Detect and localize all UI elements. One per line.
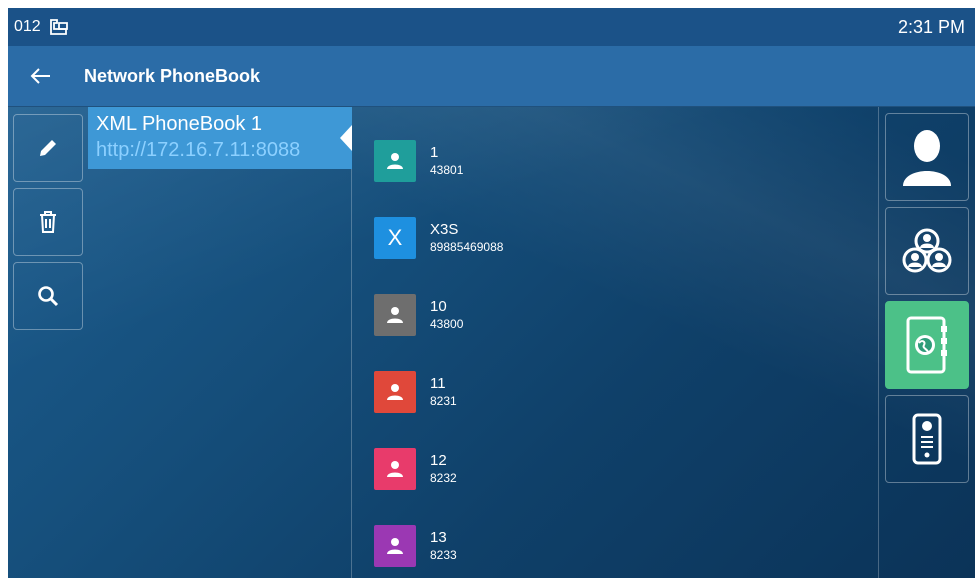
contact-item[interactable]: X X3S 89885469088: [374, 199, 874, 276]
pencil-icon: [40, 140, 56, 156]
back-button[interactable]: [8, 46, 72, 107]
intercom-device-icon: [912, 413, 942, 465]
contact-name: X3S: [430, 220, 459, 238]
delete-button[interactable]: [13, 188, 83, 256]
contact-number: 8231: [430, 393, 457, 408]
contact-item[interactable]: 13 8233: [374, 507, 874, 578]
contact-number: 8233: [430, 547, 457, 562]
trash-icon: [40, 211, 56, 233]
phonebook-url: http://172.16.7.11:8088: [96, 139, 301, 161]
contact-item[interactable]: 12 8232: [374, 430, 874, 507]
avatar-initial: X: [387, 224, 403, 250]
contact-item[interactable]: 1 43801: [374, 122, 874, 199]
phonebook-name: XML PhoneBook 1: [96, 113, 263, 135]
groups-button[interactable]: [885, 207, 969, 295]
title-bar: Network PhoneBook: [8, 46, 975, 107]
contact-number: 43800: [430, 316, 464, 331]
search-icon: [38, 286, 59, 307]
network-phonebook-icon: [906, 316, 947, 374]
page-title: Network PhoneBook: [84, 65, 261, 86]
person-icon: [387, 460, 403, 477]
contact-number: 89885469088: [430, 239, 504, 254]
extension-label: 012: [14, 18, 41, 35]
directory-button[interactable]: [885, 113, 969, 201]
contact-number: 8232: [430, 470, 457, 485]
contact-name: 10: [430, 297, 447, 315]
desk-phone-icon: [49, 18, 69, 36]
contact-avatar: [374, 293, 416, 336]
right-nav: [878, 107, 975, 578]
contact-name: 12: [430, 451, 447, 469]
search-button[interactable]: [13, 262, 83, 330]
contact-icon: [903, 130, 951, 186]
intercom-button[interactable]: [885, 395, 969, 483]
contact-name: 1: [430, 143, 439, 161]
group-icon: [902, 228, 952, 273]
contact-avatar: [374, 447, 416, 490]
person-icon: [387, 152, 403, 169]
status-time: 2:31 PM: [897, 16, 965, 37]
network-phonebook-button[interactable]: [885, 301, 969, 389]
back-arrow-icon: [30, 68, 50, 84]
contact-avatar: [374, 524, 416, 567]
person-icon: [387, 383, 403, 400]
left-toolbar: [13, 114, 83, 336]
contact-avatar: [374, 370, 416, 413]
status-bar: 012 2:31 PM: [8, 8, 975, 46]
edit-button[interactable]: [13, 114, 83, 182]
phonebook-item[interactable]: XML PhoneBook 1 http://172.16.7.11:8088: [88, 107, 352, 169]
person-icon: [387, 306, 403, 323]
contact-avatar: X: [374, 216, 416, 259]
contact-name: 13: [430, 528, 447, 546]
selection-pointer: [340, 125, 352, 151]
person-icon: [387, 537, 403, 554]
status-left: 012: [14, 18, 69, 36]
contact-avatar: [374, 139, 416, 182]
contact-number: 43801: [430, 162, 464, 177]
contact-item[interactable]: 10 43800: [374, 276, 874, 353]
contact-item[interactable]: 11 8231: [374, 353, 874, 430]
contact-name: 11: [430, 374, 446, 392]
phone-screen: 012 2:31 PM Network PhoneBook XML PhoneB…: [8, 8, 975, 578]
phonebook-list: XML PhoneBook 1 http://172.16.7.11:8088: [88, 107, 352, 578]
contact-list[interactable]: 1 43801 X X3S 89885469088 10 43800 11 82…: [374, 122, 874, 578]
